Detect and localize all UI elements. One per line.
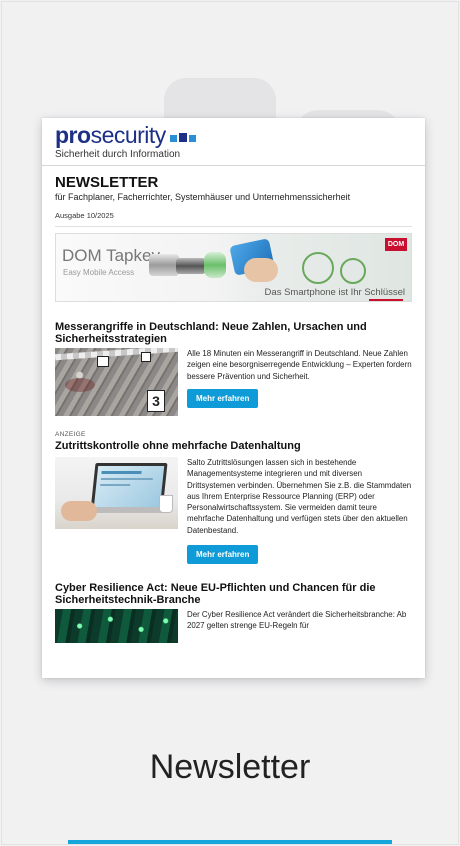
- ad-label: ANZEIGE: [55, 431, 86, 438]
- article-image-cyber-network[interactable]: [55, 609, 178, 644]
- hand-image: [61, 501, 97, 521]
- newsletter-title: NEWSLETTER: [55, 174, 159, 191]
- newsletter-subtitle: für Fachplaner, Facherrichter, Systemhäu…: [55, 192, 351, 202]
- article-title[interactable]: Messerangriffe in Deutschland: Neue Zahl…: [55, 321, 412, 345]
- hand-image: [244, 258, 278, 282]
- lock-cylinder-image: [176, 258, 206, 274]
- banner-subtitle: Easy Mobile Access: [63, 268, 135, 277]
- logo-squares-icon: [169, 133, 196, 142]
- card-caption[interactable]: Newsletter: [0, 748, 460, 787]
- article-text: Der Cyber Resilience Act verändert die S…: [187, 610, 407, 631]
- prosecurity-logo: pro security: [55, 123, 412, 147]
- banner-title: DOM Tapkey: [62, 246, 160, 265]
- divider: [55, 226, 412, 227]
- lock-cylinder-image: [149, 254, 179, 276]
- logo-text-pro: pro: [55, 122, 91, 148]
- cup-image: [159, 495, 173, 513]
- logo-tagline: Sicherheit durch Information: [55, 149, 181, 160]
- divider: [42, 165, 425, 166]
- dom-logo: DOM: [385, 238, 407, 251]
- article-text: Alle 18 Minuten ein Messerangriff in Deu…: [187, 349, 412, 381]
- read-more-button[interactable]: Mehr erfahren: [187, 545, 259, 565]
- evidence-marker: [97, 356, 109, 367]
- article-image-laptop[interactable]: [55, 457, 178, 529]
- article: Der Cyber Resilience Act verändert die S…: [55, 609, 412, 644]
- evidence-marker: [141, 352, 151, 362]
- article-text: Salto Zutrittslösungen lassen sich in be…: [187, 458, 412, 535]
- police-tape: [55, 348, 178, 361]
- read-more-button[interactable]: Mehr erfahren: [187, 388, 259, 408]
- article-image-crime-scene[interactable]: 3: [55, 348, 178, 416]
- bicycle-wheel-image: [302, 252, 334, 284]
- laptop-screen: [90, 463, 168, 511]
- article-title[interactable]: Cyber Resilience Act: Neue EU-Pflichten …: [55, 582, 412, 606]
- article: Salto Zutrittslösungen lassen sich in be…: [55, 457, 412, 565]
- evidence-marker: 3: [147, 390, 165, 412]
- lock-cylinder-image: [204, 252, 226, 278]
- newsletter-preview[interactable]: pro security Sicherheit durch Information…: [42, 118, 425, 678]
- slogan-underline: [369, 299, 403, 301]
- banner-slogan: Das Smartphone ist Ihr Schlüssel: [264, 287, 405, 298]
- bicycle-wheel-image: [340, 258, 366, 284]
- article-title[interactable]: Zutrittskontrolle ohne mehrfache Datenha…: [55, 440, 412, 452]
- logo-text-security: security: [90, 122, 167, 148]
- article: 3 Alle 18 Minuten ein Messerangriff in D…: [55, 348, 412, 416]
- accent-bar: [68, 840, 392, 844]
- newsletter-edition: Ausgabe 10/2025: [55, 211, 114, 220]
- ad-banner-dom-tapkey[interactable]: DOM Tapkey Easy Mobile Access DOM Das Sm…: [55, 233, 412, 302]
- stain: [65, 378, 95, 392]
